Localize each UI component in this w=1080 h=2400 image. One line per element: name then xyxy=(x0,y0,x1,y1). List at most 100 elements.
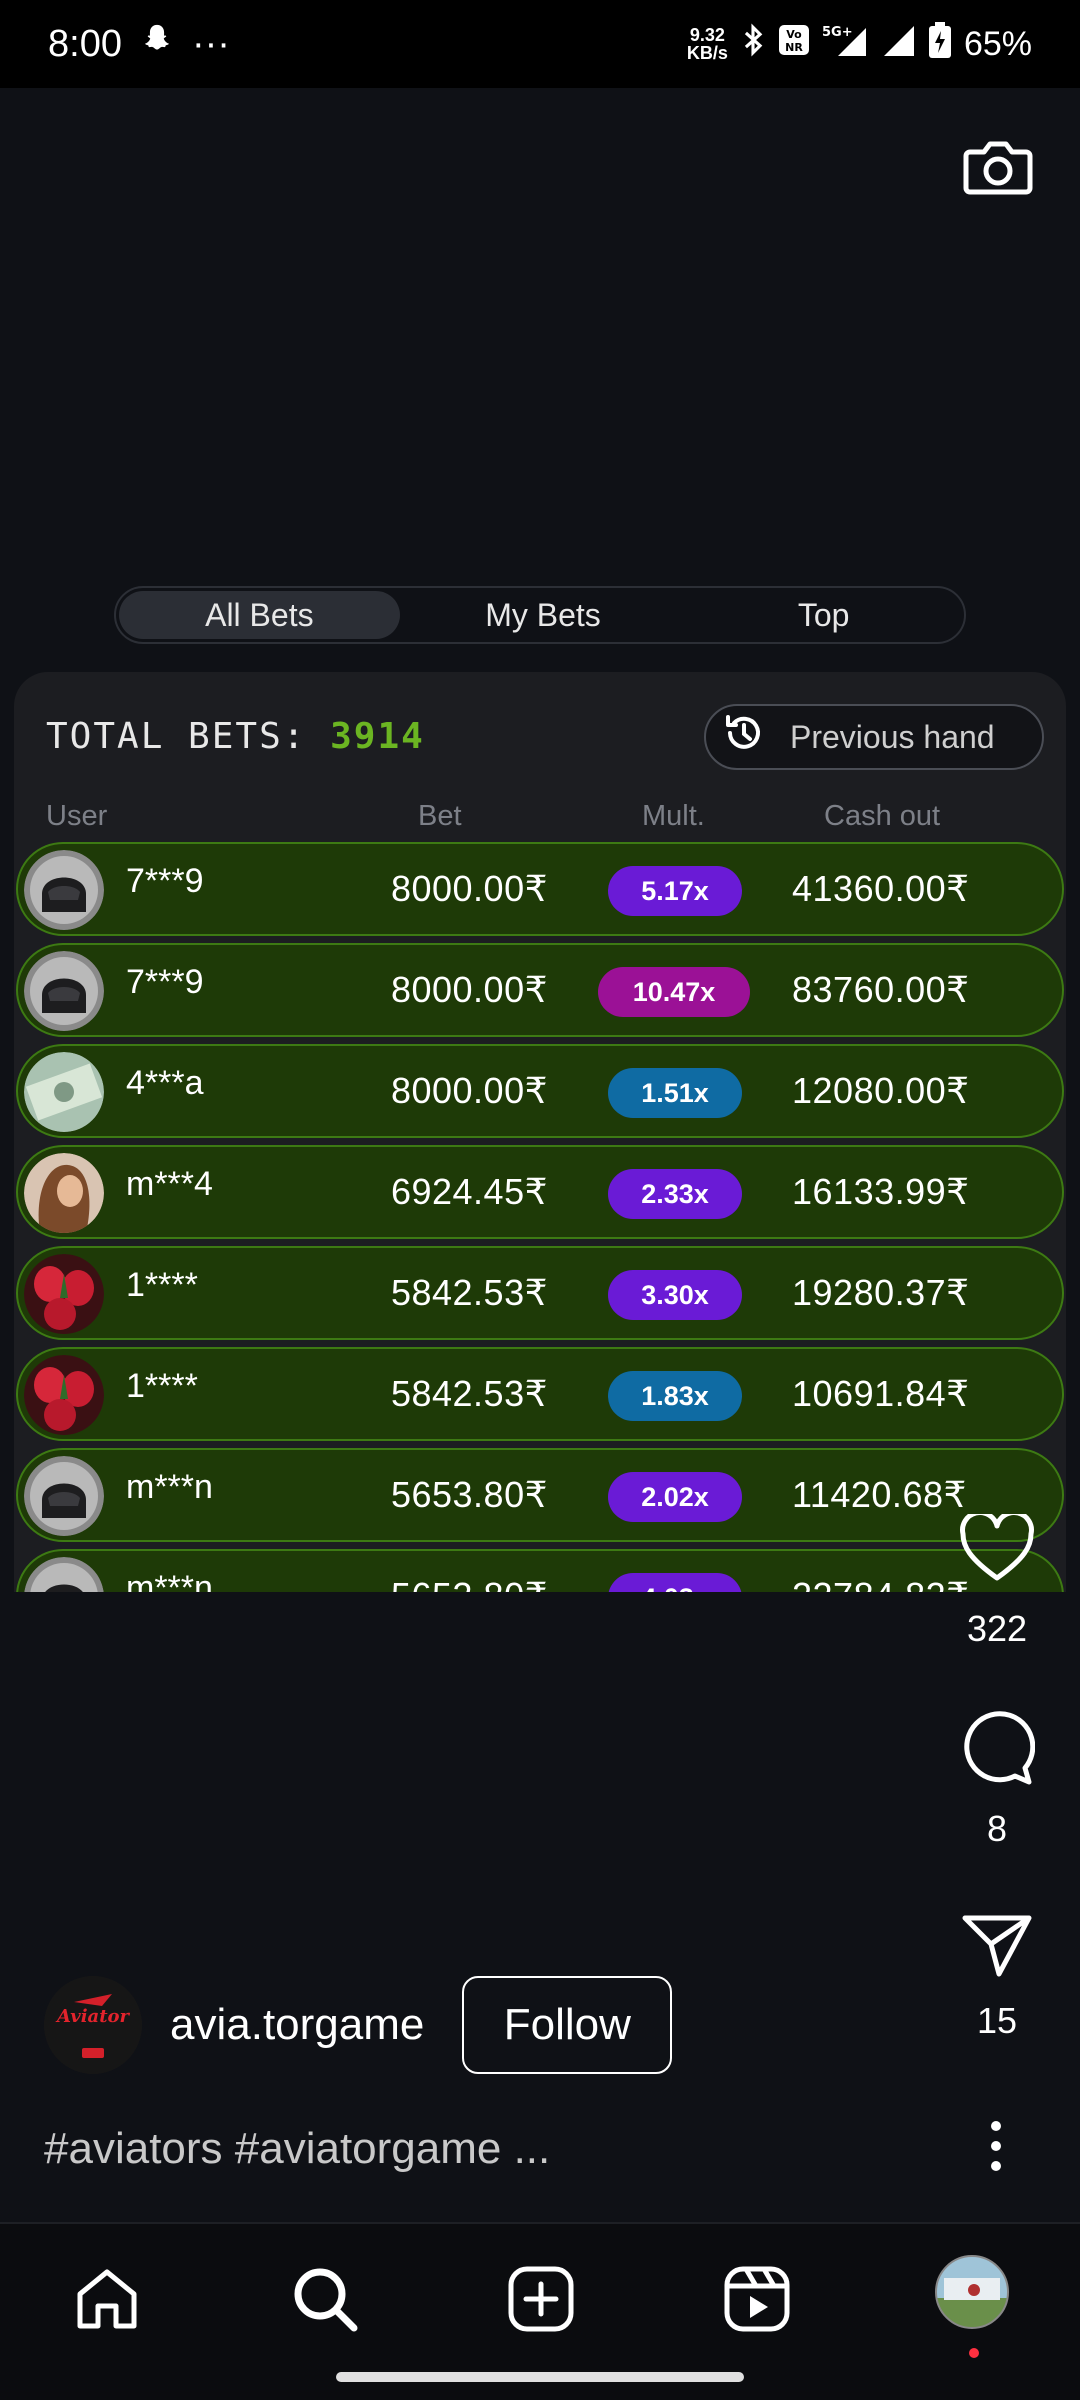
multiplier-badge: 4.03x xyxy=(608,1573,742,1592)
user-avatar xyxy=(24,850,104,930)
bet-row: m***4 6924.45₹ 2.33x 16133.99₹ xyxy=(16,1145,1064,1239)
user-avatar xyxy=(24,1153,104,1233)
bet-amount: 5653.80₹ xyxy=(390,1474,548,1515)
cashout-amount: 11420.68₹ xyxy=(792,1474,967,1515)
bet-row: 7***9 8000.00₹ 5.17x 41360.00₹ xyxy=(16,842,1064,936)
col-mult: Mult. xyxy=(642,800,705,832)
user-avatar xyxy=(24,1557,104,1592)
notification-dot xyxy=(969,2348,979,2358)
comment-count: 8 xyxy=(986,1808,1008,1849)
total-bets-value: 3914 xyxy=(330,716,425,757)
bluetooth-icon xyxy=(740,22,766,66)
bet-row: 4***a 8000.00₹ 1.51x 12080.00₹ xyxy=(16,1044,1064,1138)
cashout-amount: 19280.37₹ xyxy=(792,1272,970,1313)
search-icon[interactable] xyxy=(290,2264,360,2334)
battery-level: 65% xyxy=(963,24,1032,63)
follow-button[interactable]: Follow xyxy=(462,1976,673,2074)
heart-icon[interactable] xyxy=(959,1514,1035,1584)
net-speed: 9.32 KB/s xyxy=(686,25,728,63)
multiplier-badge: 1.51x xyxy=(608,1068,742,1118)
user-avatar xyxy=(24,1456,104,1536)
bet-row: 1**** 5842.53₹ 3.30x 19280.37₹ xyxy=(16,1246,1064,1340)
author-avatar[interactable]: Aviator xyxy=(44,1976,142,2074)
volte-icon: Vo NR xyxy=(778,24,810,65)
bet-row: 1**** 5842.53₹ 1.83x 10691.84₹ xyxy=(16,1347,1064,1441)
previous-hand-label: Previous hand xyxy=(790,718,995,755)
like-action: 322 xyxy=(942,1514,1052,1650)
bet-amount: 6924.45₹ xyxy=(390,1171,548,1212)
snapchat-icon xyxy=(140,22,174,66)
bets-panel: TOTAL BETS: 3914 Previous hand User Bet … xyxy=(14,672,1066,1592)
user-avatar xyxy=(24,1254,104,1334)
5g-signal-icon: 5G+ xyxy=(822,22,868,67)
bet-row: m***n5653.80₹4.03x22784.82₹ xyxy=(16,1549,1064,1592)
bet-user: 1**** xyxy=(126,1367,198,1405)
tab-my-bets[interactable]: My Bets xyxy=(403,588,684,642)
panel-header: TOTAL BETS: 3914 Previous hand xyxy=(14,672,1066,792)
bet-user: 1**** xyxy=(126,1266,198,1304)
bet-amount: 8000.00₹ xyxy=(390,969,548,1010)
bet-user: m***n xyxy=(126,1569,213,1592)
profile-avatar[interactable] xyxy=(934,2254,1010,2330)
multiplier-badge: 10.47x xyxy=(598,967,750,1017)
bets-list: 7***9 8000.00₹ 5.17x 41360.00₹ 7***9 8000.00₹… xyxy=(14,842,1066,1592)
bet-user: 7***9 xyxy=(126,862,204,900)
bets-tabs: All Bets My Bets Top xyxy=(114,586,966,644)
bet-amount: 5842.53₹ xyxy=(390,1373,548,1414)
user-avatar xyxy=(24,1355,104,1435)
cashout-amount: 12080.00₹ xyxy=(792,1070,970,1111)
send-icon[interactable] xyxy=(961,1912,1033,1978)
svg-text:NR: NR xyxy=(785,41,803,54)
post-author: Aviator avia.torgame Follow xyxy=(44,1975,673,2075)
bet-row: 7***9 8000.00₹ 10.47x 83760.00₹ xyxy=(16,943,1064,1037)
create-icon[interactable] xyxy=(506,2264,576,2334)
comment-icon[interactable] xyxy=(959,1710,1035,1786)
cashout-amount: 41360.00₹ xyxy=(792,868,970,909)
gesture-bar xyxy=(336,2372,744,2382)
cashout-amount: 10691.84₹ xyxy=(792,1373,970,1414)
battery-charging-icon xyxy=(928,21,952,67)
cashout-amount: 16133.99₹ xyxy=(792,1171,970,1212)
bet-amount: 8000.00₹ xyxy=(390,868,548,909)
comment-action: 8 xyxy=(942,1710,1052,1850)
svg-text:Vo: Vo xyxy=(786,28,802,41)
multiplier-badge: 5.17x xyxy=(608,866,742,916)
bet-row: m***n 5653.80₹ 2.02x 11420.68₹ xyxy=(16,1448,1064,1542)
home-icon[interactable] xyxy=(72,2264,142,2334)
col-cashout: Cash out xyxy=(824,800,941,832)
bet-user: 7***9 xyxy=(126,963,204,1001)
svg-text:5G+: 5G+ xyxy=(822,25,853,40)
multiplier-badge: 3.30x xyxy=(608,1270,742,1320)
like-count: 322 xyxy=(966,1608,1028,1649)
status-bar: 8:00 ··· 9.32 KB/s Vo NR 5G+ 65% xyxy=(0,0,1080,88)
multiplier-badge: 2.33x xyxy=(608,1169,742,1219)
bet-amount: 5842.53₹ xyxy=(390,1272,548,1313)
bet-amount: 5653.80₹ xyxy=(391,1575,548,1592)
tab-all-bets[interactable]: All Bets xyxy=(119,591,400,639)
total-bets-label: TOTAL BETS: xyxy=(46,716,307,757)
share-count: 15 xyxy=(976,2000,1018,2041)
clock: 8:00 xyxy=(48,22,122,65)
user-avatar xyxy=(24,951,104,1031)
camera-icon[interactable] xyxy=(962,130,1034,202)
cashout-amount: 83760.00₹ xyxy=(792,969,970,1010)
bet-user: m***4 xyxy=(126,1165,213,1203)
previous-hand-button[interactable]: Previous hand xyxy=(704,704,1044,770)
col-bet: Bet xyxy=(418,800,462,832)
bet-amount: 8000.00₹ xyxy=(390,1070,548,1111)
history-icon xyxy=(720,709,768,765)
post-caption[interactable]: #aviators #aviatorgame ... xyxy=(44,2124,550,2174)
author-handle[interactable]: avia.torgame xyxy=(170,2000,424,2050)
tab-top[interactable]: Top xyxy=(683,588,964,642)
logo-text: Aviator xyxy=(55,2006,131,2027)
more-options-icon[interactable] xyxy=(986,2116,1006,2176)
multiplier-badge: 1.83x xyxy=(608,1371,742,1421)
total-bets: TOTAL BETS: 3914 xyxy=(46,716,425,757)
share-action: 15 xyxy=(942,1912,1052,2042)
reels-icon[interactable] xyxy=(722,2264,792,2334)
col-user: User xyxy=(46,800,108,832)
bet-user: m***n xyxy=(126,1468,213,1506)
bet-user: 4***a xyxy=(126,1064,204,1102)
overflow-dots: ··· xyxy=(191,22,230,65)
signal-icon xyxy=(880,22,916,67)
